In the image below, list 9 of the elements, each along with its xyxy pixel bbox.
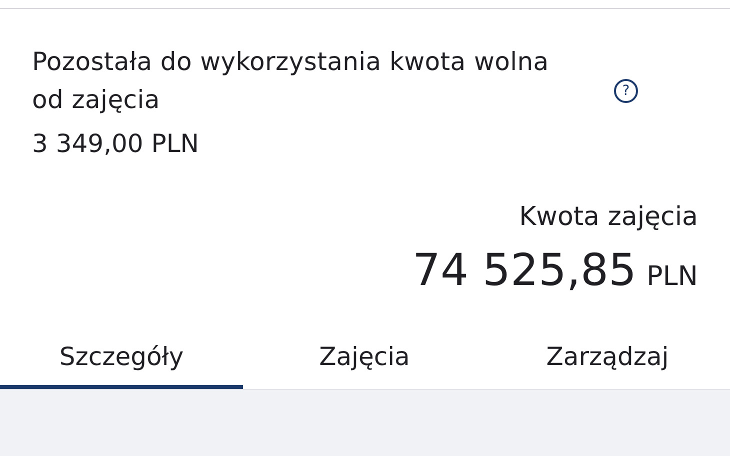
tab[interactable]: Zajęcia xyxy=(243,330,486,389)
seizure-amount: 74 525,85 xyxy=(412,245,636,297)
seizure-amount-label: Kwota zajęcia xyxy=(519,201,698,234)
remaining-amount-label: Pozostała do wykorzystania kwota wolna xyxy=(32,46,549,78)
tab[interactable]: Zarządzaj xyxy=(486,330,729,389)
remaining-amount-label: od zajęcia xyxy=(32,84,161,116)
remaining-amount: 3 349,00 PLN xyxy=(32,128,200,160)
currency: PLN xyxy=(646,261,698,292)
help-icon[interactable]: ? xyxy=(614,79,638,103)
